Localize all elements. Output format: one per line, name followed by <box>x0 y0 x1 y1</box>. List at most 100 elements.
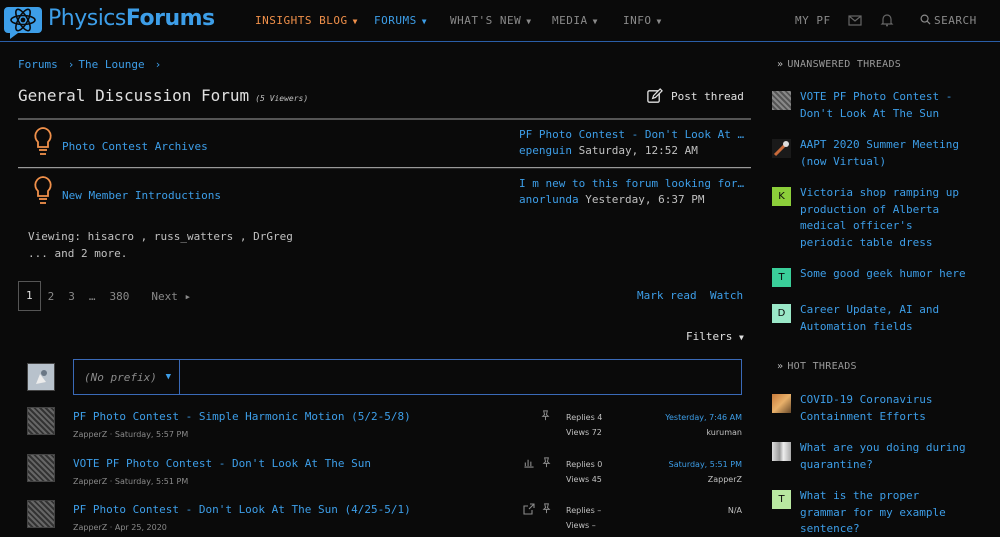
latest-thread-link[interactable]: I m new to this forum looking for help <box>519 177 749 190</box>
caret-down-icon: ▼ <box>738 333 744 342</box>
last-post-user[interactable]: ZapperZ <box>669 472 742 487</box>
caret-down-icon: ▼ <box>165 372 171 382</box>
page-3[interactable]: 3 <box>61 290 82 303</box>
envelope-icon[interactable] <box>847 12 863 28</box>
page-title: General Discussion Forum (5 Viewers) <box>18 86 309 105</box>
pagination: 1 2 3 … 380 Next ▸ <box>18 281 198 311</box>
poll-icon <box>524 459 534 468</box>
pin-icon <box>541 410 550 421</box>
edit-icon <box>647 88 663 103</box>
forum-node-photo-contest-archives: Photo Contest Archives PF Photo Contest … <box>18 118 751 168</box>
thread-title-link[interactable]: PF Photo Contest - Simple Harmonic Motio… <box>73 410 411 423</box>
viewing-list: Viewing: hisacro , russ_watters , DrGreg… <box>28 230 293 260</box>
thread-thumbnail <box>772 91 791 110</box>
thread-meta: ZapperZ · Apr 25, 2020 <box>73 523 167 532</box>
external-link-icon <box>523 503 535 515</box>
site-logo[interactable]: PhysicsForums <box>4 3 224 39</box>
lightbulb-icon <box>34 127 52 155</box>
thread-thumbnail <box>772 139 791 158</box>
quick-thread-box: (No prefix) ▼ <box>73 359 742 395</box>
double-chevron-icon: » <box>777 361 784 372</box>
thread-last-post: N/A <box>728 503 742 518</box>
thread-meta: ZapperZ · Saturday, 5:57 PM <box>73 430 189 439</box>
nav-search[interactable]: SEARCH <box>920 14 977 27</box>
avatar-letter: T <box>772 490 791 509</box>
breadcrumb-the-lounge[interactable]: The Lounge <box>78 58 144 71</box>
forum-node-title[interactable]: Photo Contest Archives <box>62 140 208 153</box>
user-avatar-image <box>28 364 54 390</box>
last-post-user[interactable]: kuruman <box>665 425 742 440</box>
thread-row: PF Photo Contest - Simple Harmonic Motio… <box>18 407 751 456</box>
chevron-down-icon: ▼ <box>592 17 598 26</box>
avatar[interactable] <box>27 407 55 435</box>
forum-node-new-member-introductions: New Member Introductions I m new to this… <box>18 168 751 218</box>
page-last[interactable]: 380 <box>103 290 137 303</box>
last-post-date[interactable]: Saturday, 5:51 PM <box>669 457 742 472</box>
latest-thread-link[interactable]: PF Photo Contest - Don't Look At The Sun <box>519 128 749 141</box>
latest-user-link[interactable]: anorlunda <box>519 193 579 206</box>
avatar-letter: D <box>772 304 791 323</box>
avatar-letter: K <box>772 187 791 206</box>
post-thread-button[interactable]: Post thread <box>646 88 744 105</box>
avatar-letter: T <box>772 268 791 287</box>
pin-icon <box>542 503 551 514</box>
chevron-down-icon: ▼ <box>526 17 532 26</box>
atom-logo-icon <box>4 7 42 39</box>
latest-time: Yesterday, 6:37 PM <box>585 193 705 206</box>
site-header: PhysicsForums INSIGHTS BLOG ▼ FORUMS ▼ WHA… <box>0 0 1000 42</box>
chevron-down-icon: ▼ <box>656 17 662 26</box>
pin-icon <box>542 457 551 468</box>
hot-threads-heading: » HOT THREADS <box>777 361 857 372</box>
latest-user-link[interactable]: epenguin <box>519 144 572 157</box>
thread-stats: Replies – Views – <box>566 506 602 530</box>
lightbulb-icon <box>34 176 52 204</box>
thread-thumbnail <box>772 442 791 461</box>
nav-insights-blog[interactable]: INSIGHTS BLOG ▼ <box>255 14 358 27</box>
unanswered-threads-heading: » UNANSWERED THREADS <box>777 59 902 70</box>
last-post-date: N/A <box>727 506 742 515</box>
page-ellipsis[interactable]: … <box>82 290 103 303</box>
search-icon <box>920 14 931 25</box>
forum-node-latest: I m new to this forum looking for help a… <box>519 177 749 206</box>
nav-forums[interactable]: FORUMS ▼ <box>374 14 427 27</box>
latest-time: Saturday, 12:52 AM <box>578 144 698 157</box>
thread-last-post: Yesterday, 7:46 AM kuruman <box>665 410 742 440</box>
thread-meta: ZapperZ · Saturday, 5:51 PM <box>73 477 189 486</box>
breadcrumb: Forums › The Lounge › <box>18 58 165 71</box>
last-post-date[interactable]: Yesterday, 7:46 AM <box>665 410 742 425</box>
thread-row: VOTE PF Photo Contest - Don't Look At Th… <box>18 454 751 503</box>
page-2[interactable]: 2 <box>41 290 62 303</box>
thread-last-post: Saturday, 5:51 PM ZapperZ <box>669 457 742 487</box>
thread-stats: Replies 4 Views 72 <box>566 413 603 437</box>
thread-title-link[interactable]: VOTE PF Photo Contest - Don't Look At Th… <box>73 457 371 470</box>
thread-thumbnail <box>772 394 791 413</box>
thread-author[interactable]: ZapperZ <box>73 523 107 532</box>
chevron-right-icon: › <box>67 58 75 71</box>
avatar[interactable] <box>27 454 55 482</box>
logo-text: PhysicsForums <box>48 6 215 31</box>
double-chevron-icon: » <box>777 59 784 70</box>
mark-read-button[interactable]: Mark read <box>637 289 697 302</box>
thread-author[interactable]: ZapperZ <box>73 477 107 486</box>
thread-row: PF Photo Contest - Don't Look At The Sun… <box>18 500 751 537</box>
page-1[interactable]: 1 <box>18 281 41 311</box>
chevron-down-icon: ▼ <box>352 17 358 26</box>
nav-info[interactable]: INFO ▼ <box>623 14 662 27</box>
watch-button[interactable]: Watch <box>710 289 743 302</box>
thread-title-input[interactable] <box>180 360 741 394</box>
filters-button[interactable]: Filters ▼ <box>686 330 744 343</box>
chevron-right-icon: › <box>154 58 162 71</box>
nav-my-pf[interactable]: MY PF <box>795 14 831 27</box>
bell-icon[interactable] <box>879 12 895 28</box>
forum-node-title[interactable]: New Member Introductions <box>62 189 221 202</box>
thread-title-link[interactable]: PF Photo Contest - Don't Look At The Sun… <box>73 503 411 516</box>
prefix-select[interactable]: (No prefix) ▼ <box>74 360 180 394</box>
breadcrumb-forums[interactable]: Forums <box>18 58 58 71</box>
avatar[interactable] <box>27 363 55 391</box>
forum-node-latest: PF Photo Contest - Don't Look At The Sun… <box>519 128 749 157</box>
avatar[interactable] <box>27 500 55 528</box>
nav-media[interactable]: MEDIA ▼ <box>552 14 598 27</box>
thread-author[interactable]: ZapperZ <box>73 430 107 439</box>
next-page-button[interactable]: Next ▸ <box>144 290 198 303</box>
nav-whats-new[interactable]: WHAT'S NEW ▼ <box>450 14 532 27</box>
